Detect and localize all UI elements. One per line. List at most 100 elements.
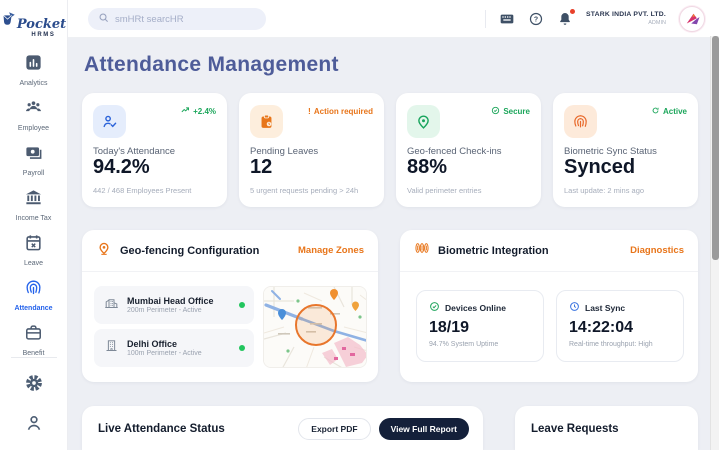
scrollbar-thumb[interactable] <box>712 36 719 260</box>
page-title: Attendance Management <box>84 53 339 76</box>
live-attendance-panel: Live Attendance Status Export PDF View F… <box>82 406 483 450</box>
biometric-panel: Biometric Integration Diagnostics Device… <box>400 230 698 382</box>
trend-badge: +2.4% <box>181 106 216 117</box>
live-attendance-title: Live Attendance Status <box>98 423 225 435</box>
fingerprint-icon <box>564 105 597 138</box>
top-header: ? STARK INDIA PVT. LTD. ADMIN <box>68 0 719 38</box>
zone-row-delhi[interactable]: Delhi Office 100m Perimeter - Active <box>94 329 254 367</box>
zone-detail: 100m Perimeter - Active <box>127 350 202 357</box>
export-pdf-button[interactable]: Export PDF <box>298 418 371 440</box>
zone-name: Delhi Office <box>127 339 178 349</box>
people-icon <box>24 98 43 122</box>
metric-label: Devices Online <box>445 302 506 313</box>
sidebar-item-analytics[interactable]: Analytics <box>2 53 66 87</box>
biometric-scan-icon <box>414 240 430 261</box>
company-selector[interactable]: STARK INDIA PVT. LTD. ADMIN <box>586 11 666 26</box>
zone-status-dot <box>239 302 245 308</box>
card-geofenced-checkins: Secure Geo-fenced Check-ins 88% Valid pe… <box>396 93 541 207</box>
company-role: ADMIN <box>648 19 666 26</box>
metric-last-sync: Last Sync 14:22:04 Real-time throughput:… <box>556 290 684 362</box>
geofencing-panel-header: Geo-fencing Configuration Manage Zones <box>82 230 378 272</box>
app-logo[interactable]: Pocket HRMS <box>3 7 66 43</box>
metric-subtext: 94.7% System Uptime <box>429 341 499 348</box>
zone-list: Mumbai Head Office 200m Perimeter - Acti… <box>94 286 254 367</box>
building-icon <box>104 338 119 358</box>
zone-status-dot <box>239 345 245 351</box>
header-divider <box>485 10 487 28</box>
calendar-x-icon <box>24 233 43 257</box>
metric-value: 18/19 <box>429 319 470 336</box>
bank-icon <box>24 188 43 212</box>
search-bar[interactable] <box>88 8 266 30</box>
stat-value: 12 <box>250 156 273 178</box>
geofencing-panel: Geo-fencing Configuration Manage Zones M… <box>82 230 378 382</box>
sidebar-item-payroll[interactable]: Payroll <box>2 143 66 177</box>
zone-detail: 200m Perimeter - Active <box>127 307 202 314</box>
card-todays-attendance: +2.4% Today's Attendance 94.2% 442 / 468… <box>82 93 227 207</box>
logo-sub-wordmark: HRMS <box>31 32 56 38</box>
leave-requests-panel: Leave Requests <box>515 406 698 450</box>
clipboard-icon <box>250 105 283 138</box>
metric-subtext: Real-time throughput: High <box>569 341 653 348</box>
keyboard-icon[interactable] <box>499 11 515 27</box>
sidebar-nav: Analytics Employee Payroll Income Tax Le… <box>2 53 66 357</box>
settings-button[interactable] <box>24 373 44 398</box>
stat-value: Synced <box>564 156 636 178</box>
leave-requests-title: Leave Requests <box>531 423 619 435</box>
metric-value: 14:22:04 <box>569 319 634 336</box>
gear-icon <box>24 375 44 397</box>
header-actions: ? STARK INDIA PVT. LTD. ADMIN <box>485 0 705 38</box>
avatar[interactable] <box>679 6 705 32</box>
user-icon <box>24 415 44 437</box>
sidebar-item-attendance[interactable]: Attendance <box>2 278 66 312</box>
sidebar: Pocket HRMS Analytics Employee Payroll I… <box>0 0 68 450</box>
manage-zones-link[interactable]: Manage Zones <box>298 245 364 256</box>
help-icon[interactable]: ? <box>528 11 544 27</box>
briefcase-icon <box>24 323 43 347</box>
stat-subtext: 5 urgent requests pending > 24h <box>250 186 359 195</box>
refresh-icon <box>651 106 660 117</box>
notifications-bell-icon[interactable] <box>557 9 576 27</box>
user-check-icon <box>93 105 126 138</box>
map-pin-icon <box>96 240 112 261</box>
sidebar-bottom <box>0 357 67 438</box>
geofence-map-preview[interactable] <box>263 286 367 368</box>
metric-devices-online: Devices Online 18/19 94.7% System Uptime <box>416 290 544 362</box>
action-required-badge: ! Action required <box>308 106 373 116</box>
secure-badge: Secure <box>491 106 530 117</box>
notification-badge-dot <box>570 9 576 14</box>
check-circle-icon <box>429 301 440 314</box>
payroll-card-icon <box>24 143 43 167</box>
card-biometric-sync: Active Biometric Sync Status Synced Last… <box>553 93 698 207</box>
card-pending-leaves: ! Action required Pending Leaves 12 5 ur… <box>239 93 384 207</box>
search-input[interactable] <box>115 13 256 25</box>
logo-wordmark: Pocket <box>16 17 67 32</box>
sidebar-item-leave[interactable]: Leave <box>2 233 66 267</box>
clock-icon <box>569 301 580 314</box>
stat-value: 88% <box>407 156 448 178</box>
biometric-panel-header: Biometric Integration Diagnostics <box>400 230 698 272</box>
stat-cards-row: +2.4% Today's Attendance 94.2% 442 / 468… <box>82 93 698 207</box>
diagnostics-link[interactable]: Diagnostics <box>630 245 684 256</box>
panel-title: Biometric Integration <box>438 244 549 257</box>
map-pin-icon <box>407 105 440 138</box>
zone-row-mumbai[interactable]: Mumbai Head Office 200m Perimeter - Acti… <box>94 286 254 324</box>
alert-icon: ! <box>308 106 311 116</box>
profile-button[interactable] <box>24 413 44 438</box>
sidebar-item-benefit[interactable]: Benefit <box>2 323 66 357</box>
fingerprint-icon <box>24 278 43 302</box>
stat-subtext: Valid perimeter entries <box>407 186 482 195</box>
view-full-report-button[interactable]: View Full Report <box>378 418 469 440</box>
city-buildings-icon <box>104 295 119 315</box>
stat-subtext: Last update: 2 mins ago <box>564 186 645 195</box>
check-circle-icon <box>491 106 500 117</box>
active-badge: Active <box>651 106 687 117</box>
stat-value: 94.2% <box>93 156 150 178</box>
svg-text:?: ? <box>534 17 538 24</box>
company-name: STARK INDIA PVT. LTD. <box>586 11 666 19</box>
sidebar-item-employee[interactable]: Employee <box>2 98 66 132</box>
trend-up-icon <box>181 106 190 117</box>
sidebar-item-income-tax[interactable]: Income Tax <box>2 188 66 222</box>
scrollbar-track[interactable] <box>710 36 719 450</box>
pocket-icon <box>1 10 16 32</box>
